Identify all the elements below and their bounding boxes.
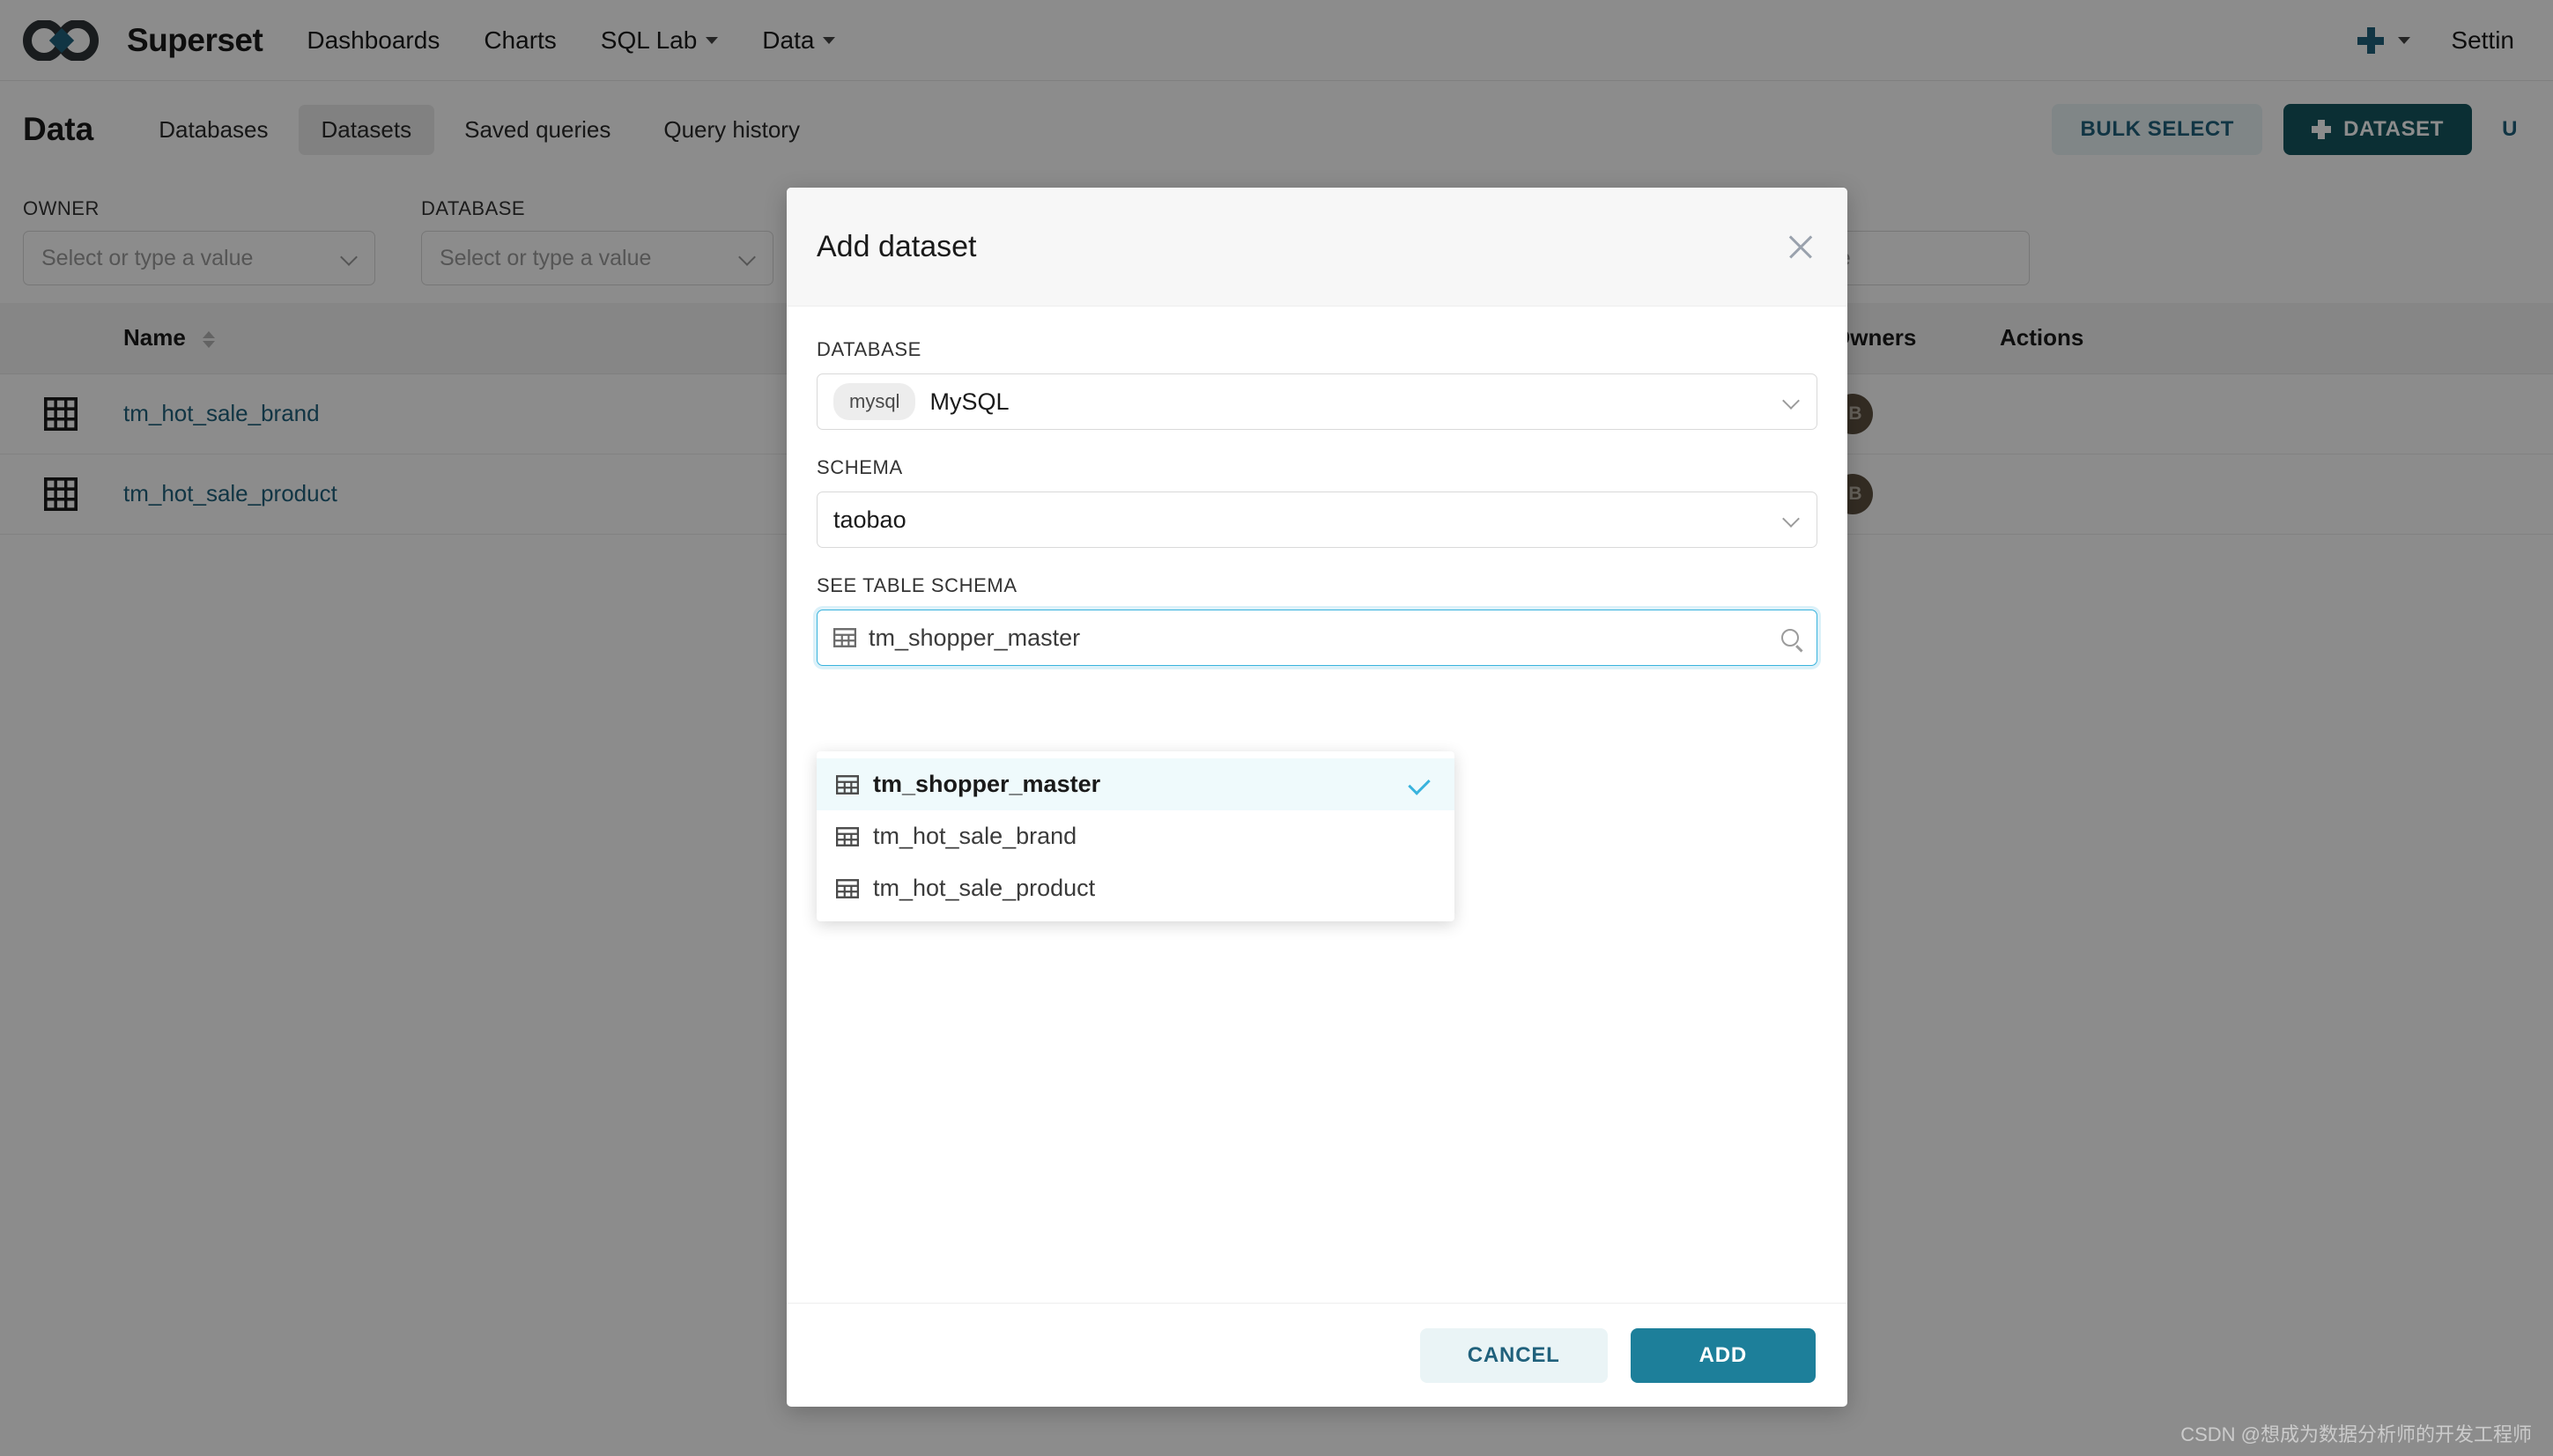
field-schema: SCHEMA taobao	[817, 456, 1817, 548]
modal-body: DATABASE mysql MySQL SCHEMA taobao SEE T…	[787, 307, 1847, 1303]
database-value: MySQL	[929, 388, 1010, 415]
table-grid-icon	[836, 878, 859, 898]
modal-footer: CANCEL ADD	[787, 1303, 1847, 1407]
watermark: CSDN @想成为数据分析师的开发工程师	[2180, 1423, 2532, 1445]
table-grid-icon	[836, 774, 859, 795]
chevron-down-icon	[1783, 512, 1799, 528]
table-schema-input[interactable]: tm_shopper_master	[817, 610, 1817, 666]
table-schema-dropdown: tm_shopper_master tm_hot_sale_brand tm_h…	[817, 751, 1454, 921]
modal-header: Add dataset	[787, 188, 1847, 307]
label-table-schema: SEE TABLE SCHEMA	[817, 574, 1018, 596]
field-table-schema: SEE TABLE SCHEMA tm_shopper_master	[817, 574, 1817, 666]
label-database: DATABASE	[817, 338, 921, 360]
cancel-button[interactable]: CANCEL	[1419, 1327, 1608, 1383]
schema-value: taobao	[833, 506, 906, 533]
dropdown-option-label: tm_hot_sale_brand	[873, 823, 1077, 849]
field-database: DATABASE mysql MySQL	[817, 338, 1817, 430]
table-grid-icon	[833, 628, 856, 647]
dropdown-option-tm-hot-sale-brand[interactable]: tm_hot_sale_brand	[817, 810, 1454, 862]
table-schema-value: tm_shopper_master	[869, 624, 1081, 651]
schema-select[interactable]: taobao	[817, 491, 1817, 548]
chevron-down-icon	[1783, 394, 1799, 410]
dropdown-option-tm-shopper-master[interactable]: tm_shopper_master	[817, 758, 1454, 810]
table-grid-icon	[836, 826, 859, 846]
add-dataset-modal: Add dataset DATABASE mysql MySQL SCHEMA …	[787, 188, 1847, 1407]
label-schema: SCHEMA	[817, 456, 903, 478]
dropdown-option-label: tm_hot_sale_product	[873, 875, 1096, 901]
dropdown-option-label: tm_shopper_master	[873, 771, 1101, 797]
close-icon[interactable]	[1786, 232, 1816, 262]
database-select[interactable]: mysql MySQL	[817, 373, 1817, 430]
add-button[interactable]: ADD	[1630, 1327, 1816, 1383]
modal-title: Add dataset	[817, 229, 977, 263]
database-engine-tag: mysql	[833, 383, 916, 420]
dropdown-option-tm-hot-sale-product[interactable]: tm_hot_sale_product	[817, 862, 1454, 914]
check-icon	[1409, 773, 1432, 796]
search-icon	[1781, 629, 1799, 647]
